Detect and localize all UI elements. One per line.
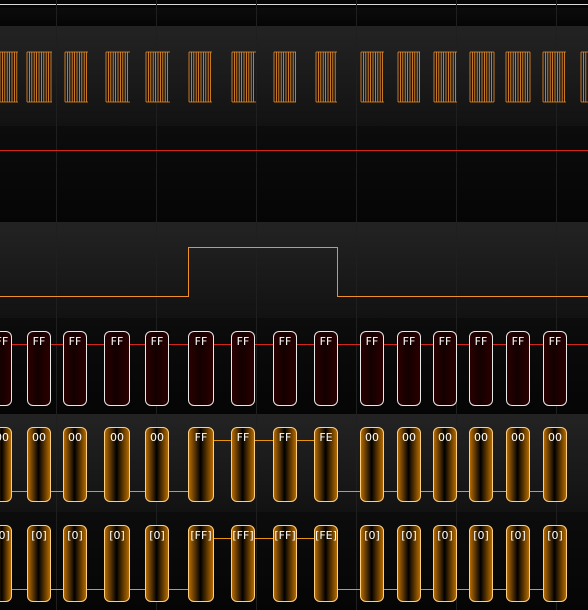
hex-byte-label: FF [0, 335, 9, 348]
indexed-value[interactable]: [0] [360, 525, 384, 602]
hex-byte[interactable]: FF [543, 331, 567, 406]
byte-value[interactable]: FF [188, 427, 214, 502]
byte-value[interactable]: 00 [0, 427, 12, 502]
indexed-value-label: [0] [364, 529, 380, 542]
byte-value-label: 00 [511, 431, 525, 444]
logic-analyzer-view: FF FF FF FF FF FF FF FF FF FF FF FF FF FF FF 00 00 00 00 00… [0, 0, 588, 610]
byte-value[interactable]: 00 [63, 427, 87, 502]
indexed-value-label: [0] [437, 529, 453, 542]
byte-value-label: FF [194, 431, 208, 444]
byte-value[interactable]: 00 [433, 427, 457, 502]
byte-value[interactable]: FE [314, 427, 338, 502]
byte-value[interactable]: 00 [543, 427, 567, 502]
byte-value-label: 00 [32, 431, 46, 444]
hex-byte[interactable]: FF [314, 331, 338, 406]
byte-value[interactable]: 00 [104, 427, 130, 502]
clock-pulses [0, 51, 588, 103]
byte-value[interactable]: FF [273, 427, 297, 502]
byte-value-label: 00 [548, 431, 562, 444]
indexed-value[interactable]: [0] [27, 525, 51, 602]
indexed-value-label: [0] [149, 529, 165, 542]
byte-value[interactable]: 00 [360, 427, 384, 502]
hex-byte[interactable]: FF [433, 331, 457, 406]
indexed-value[interactable]: [0] [506, 525, 530, 602]
hex-byte-label: FF [68, 335, 82, 348]
hex-byte-label: FF [438, 335, 452, 348]
byte-value[interactable]: 00 [469, 427, 493, 502]
byte-value-label: 00 [0, 431, 9, 444]
hex-byte-label: FF [548, 335, 562, 348]
indexed-value-label: [0] [0, 529, 10, 542]
indexed-value-label: [0] [401, 529, 417, 542]
byte-value-label: FE [319, 431, 333, 444]
byte-value-label: 00 [110, 431, 124, 444]
hex-byte-label: FF [110, 335, 124, 348]
enable-signal [0, 247, 588, 297]
hex-byte[interactable]: FF [188, 331, 214, 406]
clock-signal [0, 51, 588, 103]
hex-byte[interactable]: FF [0, 331, 12, 406]
hex-byte[interactable]: FF [145, 331, 169, 406]
hex-byte[interactable]: FF [360, 331, 384, 406]
byte-value-label: 00 [365, 431, 379, 444]
byte-value-label: 00 [474, 431, 488, 444]
indexed-value-label: [FF] [232, 529, 254, 542]
hex-byte-label: FF [474, 335, 488, 348]
byte-value-label: 00 [68, 431, 82, 444]
hex-byte-label: FF [511, 335, 525, 348]
indexed-value-label: [0] [473, 529, 489, 542]
hex-byte[interactable]: FF [397, 331, 421, 406]
byte-value-label: 00 [402, 431, 416, 444]
hex-byte[interactable]: FF [63, 331, 87, 406]
indexed-value[interactable]: [0] [433, 525, 457, 602]
hex-byte[interactable]: FF [506, 331, 530, 406]
indexed-value[interactable]: [FE] [314, 525, 338, 602]
indexed-value-label: [0] [510, 529, 526, 542]
byte-value-label: FF [278, 431, 292, 444]
indexed-value[interactable]: [0] [104, 525, 130, 602]
hex-byte[interactable]: FF [27, 331, 51, 406]
indexed-value[interactable]: [0] [469, 525, 493, 602]
hex-byte-label: FF [278, 335, 292, 348]
indexed-value-label: [FF] [190, 529, 212, 542]
byte-value-label: 00 [150, 431, 164, 444]
byte-value[interactable]: 00 [27, 427, 51, 502]
indexed-value-label: [0] [109, 529, 125, 542]
hex-byte-label: FF [402, 335, 416, 348]
indexed-value-label: [0] [67, 529, 83, 542]
hex-byte[interactable]: FF [104, 331, 130, 406]
hex-byte[interactable]: FF [469, 331, 493, 406]
byte-value[interactable]: 00 [397, 427, 421, 502]
hex-byte-label: FF [365, 335, 379, 348]
hex-byte-label: FF [32, 335, 46, 348]
indexed-value-label: [FF] [274, 529, 296, 542]
indexed-value[interactable]: [FF] [188, 525, 214, 602]
hex-byte-label: FF [194, 335, 208, 348]
hex-byte-label: FF [236, 335, 250, 348]
indexed-value[interactable]: [0] [0, 525, 12, 602]
hex-byte-label: FF [150, 335, 164, 348]
waveform-canvas [0, 51, 588, 590]
byte-value[interactable]: 00 [145, 427, 169, 502]
hex-byte-label: FF [319, 335, 333, 348]
indexed-value-label: [0] [31, 529, 47, 542]
hex-byte[interactable]: FF [273, 331, 297, 406]
indexed-value[interactable]: [FF] [231, 525, 255, 602]
byte-value-label: FF [236, 431, 250, 444]
indexed-value-label: [FE] [315, 529, 337, 542]
indexed-value[interactable]: [0] [145, 525, 169, 602]
indexed-value[interactable]: [0] [543, 525, 567, 602]
indexed-value[interactable]: [FF] [273, 525, 297, 602]
byte-value[interactable]: 00 [506, 427, 530, 502]
indexed-value[interactable]: [0] [397, 525, 421, 602]
hex-byte[interactable]: FF [231, 331, 255, 406]
byte-value[interactable]: FF [231, 427, 255, 502]
byte-value-label: 00 [438, 431, 452, 444]
indexed-value-label: [0] [547, 529, 563, 542]
indexed-value[interactable]: [0] [63, 525, 87, 602]
